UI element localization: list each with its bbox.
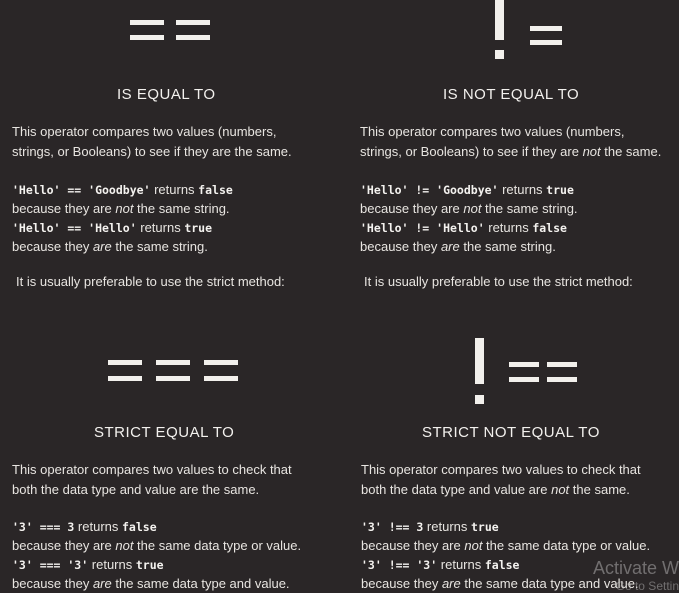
equal-description: This operator compares two values (numbe… [12, 124, 292, 159]
not-equal-note: It is usually preferable to use the stri… [364, 274, 633, 289]
strict-equal-heading: STRICT EQUAL TO [94, 424, 235, 441]
not-equal-example-1-reason: because they are not the same string. [360, 201, 578, 216]
strict-equal-example-1-reason: because they are not the same data type … [12, 538, 302, 553]
equal-example-2: 'Hello' == 'Hello' returns true [12, 220, 213, 235]
strict-equal-example-2-reason: because they are the same data type and … [12, 576, 290, 591]
strict-equal-example-1: '3' === 3 returns false [12, 519, 157, 534]
not-equal-description: This operator compares two values (numbe… [360, 124, 662, 159]
strict-not-equal-heading: STRICT NOT EQUAL TO [422, 424, 600, 441]
equal-example-1: 'Hello' == 'Goodbye' returns false [12, 182, 233, 197]
strict-not-equal-example-2: '3' !== '3' returns false [361, 557, 520, 572]
strict-not-equal-description: This operator compares two values to che… [361, 462, 641, 497]
activation-watermark-settings[interactable]: Go to Settin [616, 579, 679, 593]
equal-example-1-reason: because they are not the same string. [12, 201, 230, 216]
not-equal-example-1: 'Hello' != 'Goodbye' returns true [360, 182, 574, 197]
not-equal-operator-icon [490, 0, 570, 62]
not-equal-example-2-reason: because they are the same string. [360, 239, 556, 254]
strict-equal-operator-icon [108, 360, 248, 384]
equal-example-2-reason: because they are the same string. [12, 239, 208, 254]
strict-equal-example-2: '3' === '3' returns true [12, 557, 164, 572]
equal-heading: IS EQUAL TO [117, 86, 216, 103]
equal-note: It is usually preferable to use the stri… [16, 274, 285, 289]
strict-not-equal-example-1-reason: because they are not the same data type … [361, 538, 651, 553]
strict-not-equal-operator-icon [471, 338, 581, 410]
not-equal-example-2: 'Hello' != 'Hello' returns false [360, 220, 567, 235]
activation-watermark: Activate W [592, 558, 679, 578]
strict-equal-description: This operator compares two values to che… [12, 462, 292, 497]
strict-not-equal-example-1: '3' !== 3 returns true [361, 519, 499, 534]
equal-operator-icon [130, 20, 220, 50]
not-equal-heading: IS NOT EQUAL TO [443, 86, 580, 103]
